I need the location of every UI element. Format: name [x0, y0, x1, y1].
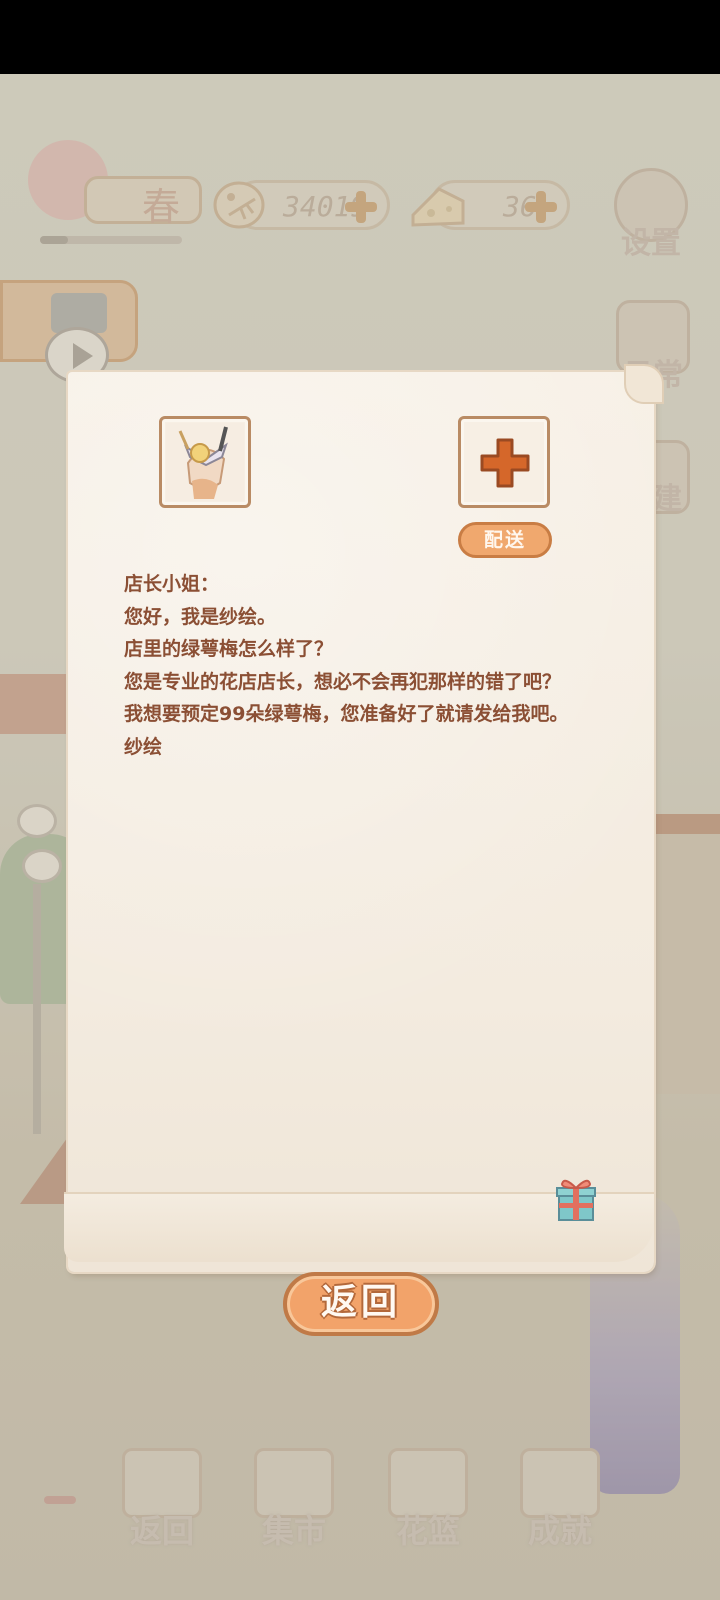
customer-portrait-icon — [166, 423, 244, 501]
gift-icon[interactable] — [554, 1176, 598, 1222]
status-bar — [0, 0, 720, 74]
letter-line: 您好，我是纱绘。 — [124, 605, 277, 628]
add-flower-slot[interactable] — [458, 416, 550, 508]
letter-text: 店长小姐： 您好，我是纱绘。 店里的绿萼梅怎么样了？ 您是专业的花店店长，想必不… — [124, 568, 604, 763]
customer-avatar — [159, 416, 251, 508]
letter-line: 我想要预定99朵绿萼梅，您准备好了就请发给我吧。 — [124, 703, 569, 725]
game-screen: 春 34019 36 设置 日常 建 — [0, 0, 720, 1600]
letter-dialog: 配送 店长小姐： 您好，我是纱绘。 店里的绿萼梅怎么样了？ 您是专业的花店店长，… — [64, 364, 664, 1272]
letter-line: 纱绘 — [124, 735, 163, 758]
plus-icon — [480, 438, 530, 488]
deliver-button[interactable]: 配送 — [458, 522, 552, 558]
letter-line: 店长小姐： — [124, 573, 220, 595]
letter-line: 您是专业的花店店长，想必不会再犯那样的错了吧？ — [124, 670, 562, 693]
back-button[interactable]: 返回 — [283, 1272, 439, 1336]
letter-line: 店里的绿萼梅怎么样了？ — [124, 638, 334, 660]
paper-curl — [624, 364, 664, 404]
